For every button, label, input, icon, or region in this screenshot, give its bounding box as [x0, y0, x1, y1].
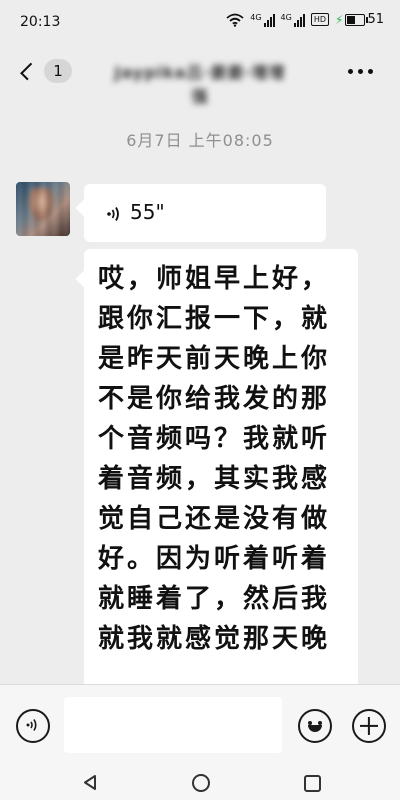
more-button[interactable] — [340, 58, 380, 84]
voice-mode-button[interactable] — [16, 709, 50, 743]
signal-icon: 4G — [250, 12, 275, 27]
battery-icon: ⚡ 51 — [335, 12, 384, 27]
wifi-icon — [226, 13, 244, 27]
home-circle-icon[interactable] — [192, 774, 210, 792]
recent-square-icon[interactable] — [304, 775, 321, 792]
back-button[interactable]: 1 — [12, 54, 72, 88]
unread-badge: 1 — [44, 59, 72, 83]
more-dots-icon — [347, 68, 353, 74]
avatar[interactable] — [16, 182, 70, 236]
back-triangle-icon[interactable] — [82, 774, 98, 791]
voice-duration: 55" — [130, 200, 165, 224]
voice-message-bubble[interactable]: 55" — [84, 184, 326, 242]
voice-wave-icon — [107, 207, 119, 221]
network-label: 4G — [280, 12, 292, 22]
message-timestamp: 6月7日 上午08:05 — [126, 131, 274, 150]
voice-mode-icon — [26, 719, 37, 731]
message-text: 哎，师姐早上好，跟你汇报一下，就是昨天前天晚上你不是你给我发的那个音频吗？我就听… — [98, 264, 331, 654]
message-input[interactable] — [64, 697, 282, 753]
battery-level: 51 — [367, 12, 384, 27]
text-message-bubble[interactable]: 哎，师姐早上好，跟你汇报一下，就是昨天前天晚上你不是你给我发的那个音频吗？我就听… — [84, 249, 358, 709]
chat-header: 1 Jaypika吕·姜姜·增增强 — [0, 46, 400, 106]
emoji-button[interactable] — [298, 709, 332, 743]
system-nav-bar — [0, 766, 400, 800]
charging-icon: ⚡ — [335, 12, 344, 27]
signal-icon: 4G — [281, 13, 305, 27]
status-bar: 20:13 4G 4G HD ⚡ 51 — [0, 0, 400, 46]
network-label: 4G — [250, 12, 262, 22]
chevron-left-icon — [20, 62, 38, 80]
contact-name[interactable]: Jaypika吕·姜姜·增增强 — [110, 59, 290, 107]
status-icons: 4G 4G HD ⚡ 51 — [226, 12, 384, 27]
hd-icon: HD — [310, 13, 330, 26]
status-time: 20:13 — [20, 14, 61, 30]
plus-button[interactable] — [352, 709, 386, 743]
input-bar — [0, 684, 400, 767]
